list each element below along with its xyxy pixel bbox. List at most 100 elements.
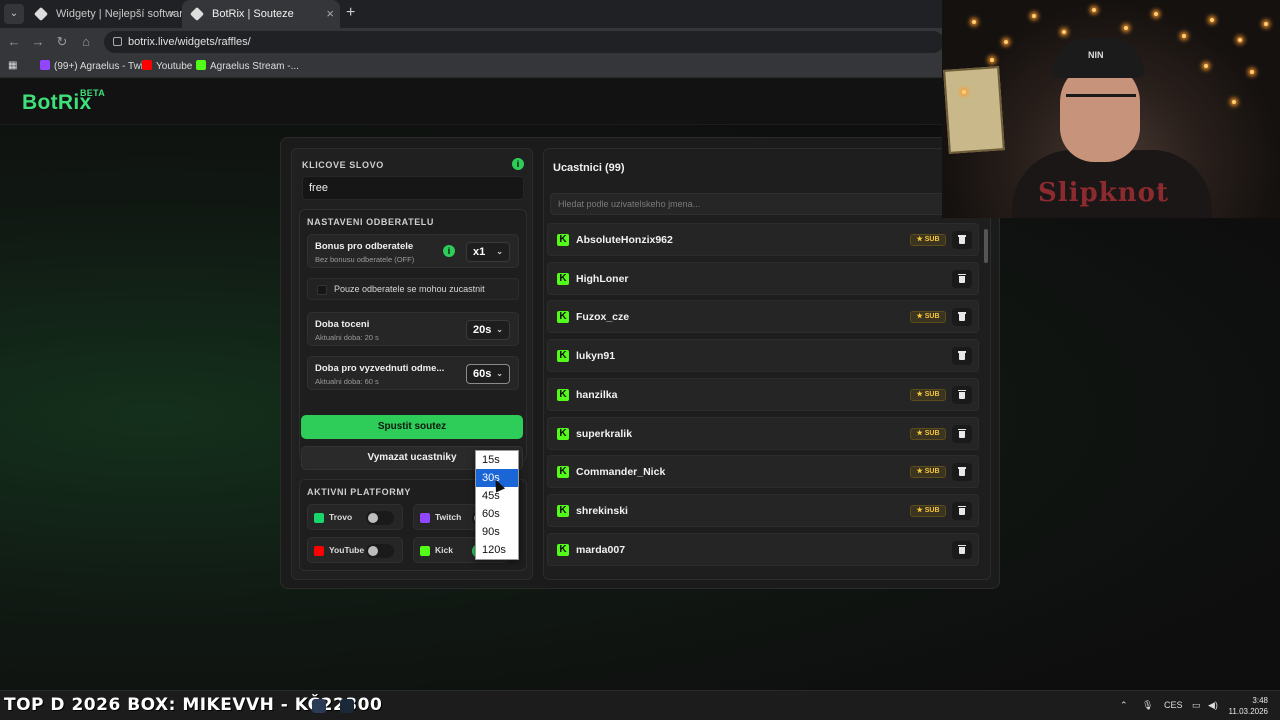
reload-icon[interactable]: ↻ [54,34,70,50]
star-icon: ★ [916,313,925,321]
delete-participant-button[interactable] [952,231,972,249]
fairy-light [1092,8,1096,12]
participant-row: Klukyn91 [547,339,979,373]
tab-search-button[interactable]: ⌄ [4,4,24,24]
forward-arrow-icon[interactable]: → [30,34,46,49]
address-bar[interactable]: botrix.live/widgets/raffles/ [104,31,944,53]
kick-icon: K [557,504,569,517]
participant-search-input[interactable]: Hledat podle uzivatelskeho jmena... [550,193,984,215]
system-clock[interactable]: 3:48 11.03.2026 [1222,695,1268,717]
dropdown-option[interactable]: 15s [476,451,518,469]
delete-participant-button[interactable] [952,308,972,327]
fairy-light [1238,38,1242,42]
participant-name: Fuzox_cze [576,311,630,324]
bookmark-kick[interactable]: Agraelus Stream -... [196,60,299,72]
twitch-icon [40,60,50,70]
claim-time-row: Doba pro vyzvednuti odme... Aktualni dob… [307,356,519,390]
chevron-down-icon: ⌄ [496,247,503,256]
participant-row: Khanzilka ★ SUB [547,377,979,411]
kick-icon: K [557,311,569,324]
site-favicon-icon [189,6,205,22]
bookmark-twitch[interactable]: (99+) Agraelus - Twi... [40,60,151,72]
dropdown-option[interactable]: 90s [476,523,518,541]
spin-time-row: Doba toceni Aktualni doba: 20 s 20s ⌄ [307,312,519,346]
sub-badge: ★ SUB [910,388,946,401]
fairy-light [962,90,966,94]
delete-participant-button[interactable] [952,269,972,288]
participants-scrollbar[interactable] [984,223,988,571]
trovo-toggle[interactable] [366,511,394,525]
participants-title: Ucastnici (99) [553,162,625,174]
fairy-light [1250,70,1254,74]
delete-participant-button[interactable] [952,540,972,559]
keyword-input[interactable]: free [302,176,524,200]
language-indicator[interactable]: CES [1164,700,1183,710]
participant-row: Ksuperkralik ★ SUB [547,416,979,450]
platform-youtube: YouTube [307,537,403,563]
active-platforms-label: AKTIVNI PLATFORMY [307,487,412,497]
delete-participant-button[interactable] [952,501,972,520]
tab-title: Widgety | Nejlepší software pro [56,8,182,20]
info-icon[interactable]: i [443,245,455,257]
chevron-down-icon: ⌄ [496,325,503,334]
fairy-light [1032,14,1036,18]
site-info-icon[interactable] [113,37,122,46]
subscribers-only-label: Pouze odberatele se mohou zucastnit [334,284,485,294]
fairy-light [1232,100,1236,104]
steam-icon[interactable] [340,699,354,713]
browser-tab-widgety[interactable]: Widgety | Nejlepší software pro × [26,0,182,28]
raffle-card: KLICOVE SLOVO i free NASTAVENI ODBERATEL… [280,137,1000,589]
participant-name: lukyn91 [576,350,616,363]
new-tab-button[interactable]: + [346,4,355,22]
spin-time-select[interactable]: 20s ⌄ [466,320,510,340]
subscribers-only-row[interactable]: Pouze odberatele se mohou zucastnit [307,278,519,300]
start-raffle-button[interactable]: Spustit soutez [301,415,523,439]
subscribers-only-checkbox[interactable] [317,285,327,295]
youtube-toggle[interactable] [366,544,394,558]
participant-name: superkralik [576,427,633,440]
kick-icon: K [557,350,569,363]
sub-badge: ★ SUB [910,427,946,440]
back-arrow-icon[interactable]: ← [6,34,22,49]
fairy-light [1264,22,1268,26]
apps-grid-icon[interactable]: ▦ [8,60,17,71]
fairy-light [1004,40,1008,44]
subscriber-bonus-select[interactable]: x1 ⌄ [466,242,510,262]
network-icon[interactable]: ▭ [1192,700,1201,711]
botrix-logo[interactable]: BotRix BETA [22,88,105,115]
kick-icon [196,60,206,70]
delete-participant-button[interactable] [952,463,972,482]
sub-badge: ★ SUB [910,504,946,517]
tab-title: BotRix | Souteze [212,8,294,20]
subscriber-bonus-title: Bonus pro odberatele [315,241,414,252]
taskbar-app-icon[interactable] [312,699,326,713]
volume-icon[interactable]: ◀) [1208,700,1218,711]
kick-icon: K [557,272,569,285]
participant-name: marda007 [576,543,626,556]
sub-badge: ★ SUB [910,311,946,324]
star-icon: ★ [916,390,925,398]
kick-icon: K [557,388,569,401]
bookmark-youtube[interactable]: Youtube [142,60,192,72]
browser-tab-botrix[interactable]: BotRix | Souteze × [182,0,340,28]
info-icon[interactable]: i [512,158,524,170]
home-icon[interactable]: ⌂ [78,34,94,49]
microphone-icon[interactable]: 🎙 [1142,700,1153,711]
subscriber-settings-label: NASTAVENI ODBERATELU [307,217,435,227]
subscriber-bonus-subtitle: Bez bonusu odberatele (OFF) [315,255,415,264]
dropdown-option[interactable]: 120s [476,541,518,559]
claim-time-select[interactable]: 60s ⌄ [466,364,510,384]
close-tab-icon[interactable]: × [168,0,176,28]
delete-participant-button[interactable] [952,424,972,443]
chevron-up-icon[interactable]: ⌃ [1120,700,1128,711]
dropdown-option[interactable]: 60s [476,505,518,523]
subscriber-bonus-row: Bonus pro odberatele Bez bonusu odberate… [307,234,519,268]
delete-participant-button[interactable] [952,347,972,366]
participant-row: K Fuzox_cze ★ SUB [547,300,979,334]
trovo-icon [314,513,324,523]
close-tab-icon[interactable]: × [326,0,334,28]
fairy-light [1124,26,1128,30]
claim-time-title: Doba pro vyzvednuti odme... [315,363,445,374]
delete-participant-button[interactable] [952,385,972,404]
star-icon: ★ [916,429,925,437]
